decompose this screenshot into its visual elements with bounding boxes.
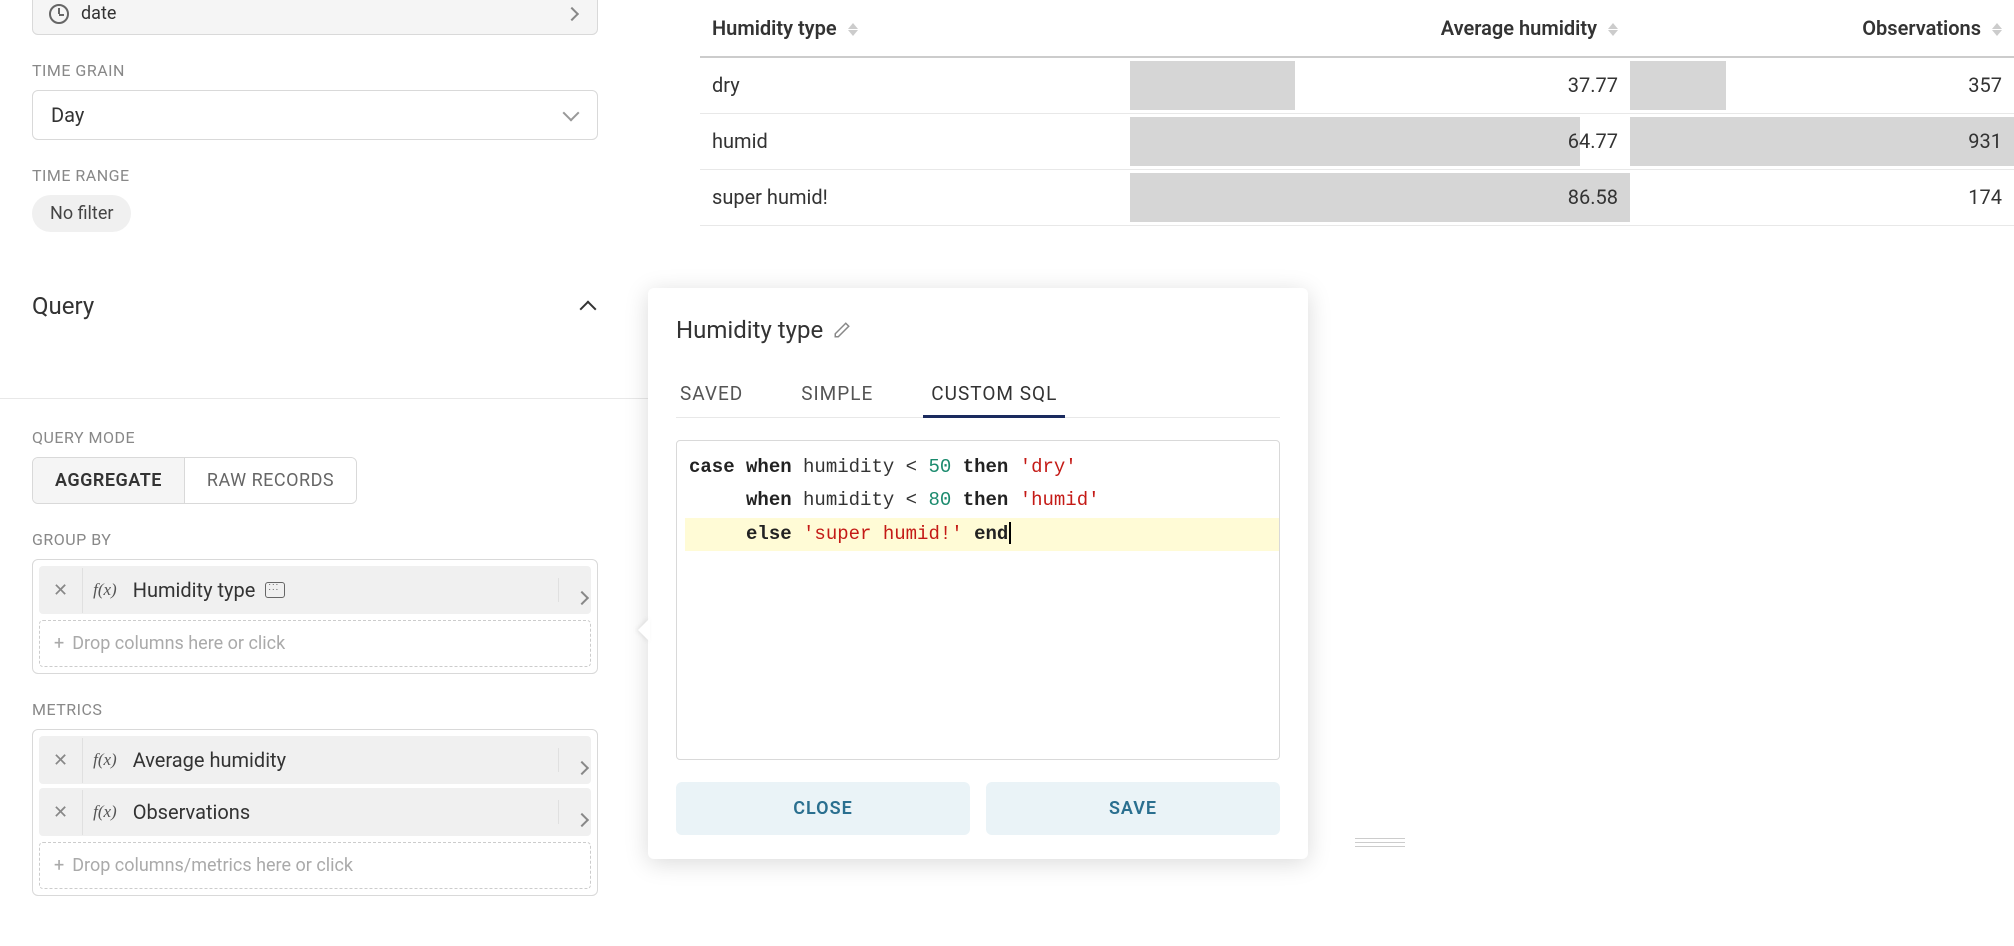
cell-label: dry [700,57,1130,113]
cell-avg: 86.58 [1130,169,1630,225]
popup-title-row: Humidity type [676,316,1280,344]
query-mode-raw[interactable]: RAW RECORDS [185,458,356,503]
results-table-area: Humidity type Average humidity Observati… [700,0,2014,226]
column-editor-popup: Humidity type SAVED SIMPLE CUSTOM SQL ca… [648,288,1308,859]
groupby-chip-humidity-type[interactable]: ✕ f(x) Humidity type [39,566,591,614]
plus-icon: + [54,633,64,654]
metrics-drop-zone[interactable]: + Drop columns/metrics here or click [39,842,591,889]
clock-icon [49,4,69,24]
cell-obs: 174 [1630,169,2014,225]
sort-icon [1608,23,1618,36]
chevron-down-icon [563,107,579,123]
query-mode-toggle: AGGREGATE RAW RECORDS [32,457,357,504]
close-button[interactable]: CLOSE [676,782,970,835]
cell-obs: 357 [1630,57,2014,113]
groupby-container: ✕ f(x) Humidity type + Drop columns here… [32,559,598,674]
query-header-text: Query [32,292,94,320]
col-header-avg-humidity[interactable]: Average humidity [1130,0,1630,57]
cell-avg: 64.77 [1130,113,1630,169]
groupby-drop-zone[interactable]: + Drop columns here or click [39,620,591,667]
tab-custom-sql[interactable]: CUSTOM SQL [927,370,1061,417]
time-range-value: No filter [50,203,113,224]
expand-chip-button[interactable] [558,800,591,824]
col-header-humidity-type[interactable]: Humidity type [700,0,1130,57]
metrics-container: ✕ f(x) Average humidity ✕ f(x) Observati… [32,729,598,896]
sort-icon [848,23,858,36]
time-grain-value: Day [51,103,84,127]
divider [0,398,650,399]
tab-simple[interactable]: SIMPLE [797,370,877,417]
popup-title: Humidity type [676,316,823,344]
cell-label: humid [700,113,1130,169]
time-column-field[interactable]: date [32,0,598,35]
query-mode-aggregate[interactable]: AGGREGATE [33,458,185,503]
chip-label: Observations [133,800,250,824]
sort-icon [1992,23,2002,36]
time-grain-select[interactable]: Day [32,90,598,140]
chevron-up-icon [580,297,598,315]
drop-zone-text: Drop columns/metrics here or click [72,855,353,876]
query-section-header[interactable]: Query [32,262,598,340]
expand-chip-button[interactable] [558,578,591,602]
plus-icon: + [54,855,64,876]
resize-handle[interactable] [1350,838,1410,847]
table-row: super humid!86.58174 [700,169,2014,225]
popup-tabs: SAVED SIMPLE CUSTOM SQL [676,370,1280,418]
remove-chip-button[interactable]: ✕ [39,738,83,783]
cell-label: super humid! [700,169,1130,225]
cell-obs: 931 [1630,113,2014,169]
sql-expression-icon [265,582,285,598]
fx-icon: f(x) [83,738,127,782]
tab-saved[interactable]: SAVED [676,370,747,417]
metrics-label: METRICS [32,700,598,719]
save-button[interactable]: SAVE [986,782,1280,835]
chip-label: Humidity type [133,578,256,602]
time-grain-label: TIME GRAIN [32,61,598,80]
expand-chip-button[interactable] [558,748,591,772]
results-table: Humidity type Average humidity Observati… [700,0,2014,226]
fx-icon: f(x) [83,790,127,834]
remove-chip-button[interactable]: ✕ [39,790,83,835]
drop-zone-text: Drop columns here or click [72,633,285,654]
edit-icon[interactable] [833,321,851,339]
text-cursor [1009,522,1011,544]
chip-label: Average humidity [133,748,286,772]
metric-chip-avg-humidity[interactable]: ✕ f(x) Average humidity [39,736,591,784]
chevron-right-icon [565,6,581,22]
time-column-value: date [81,3,116,24]
query-mode-label: QUERY MODE [32,428,598,447]
cell-avg: 37.77 [1130,57,1630,113]
time-range-label: TIME RANGE [32,166,598,185]
sql-editor[interactable]: case when humidity < 50 then 'dry' when … [676,440,1280,760]
fx-icon: f(x) [83,568,127,612]
groupby-label: GROUP BY [32,530,598,549]
remove-chip-button[interactable]: ✕ [39,568,83,613]
table-row: dry37.77357 [700,57,2014,113]
metric-chip-observations[interactable]: ✕ f(x) Observations [39,788,591,836]
table-row: humid64.77931 [700,113,2014,169]
time-range-pill[interactable]: No filter [32,195,131,232]
col-header-observations[interactable]: Observations [1630,0,2014,57]
